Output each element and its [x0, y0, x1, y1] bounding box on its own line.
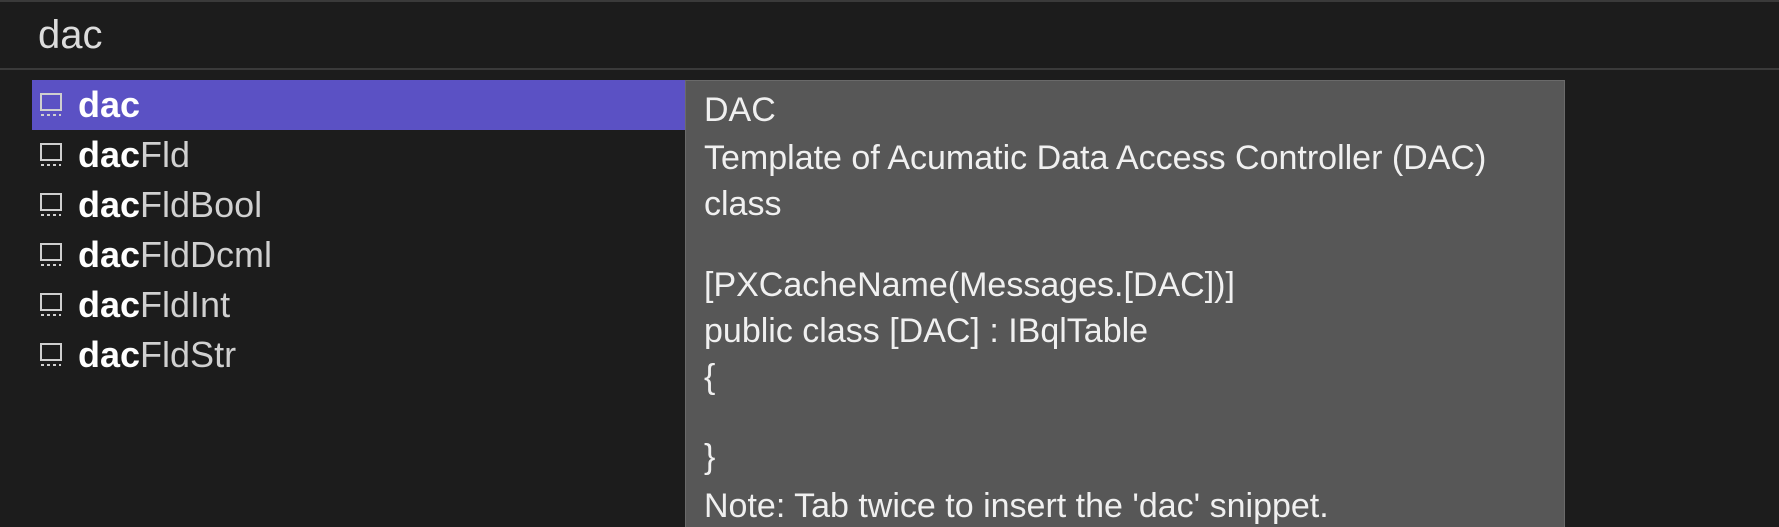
snippet-icon: [38, 292, 64, 318]
completion-item[interactable]: dacFldInt: [32, 280, 685, 330]
snippet-icon: [38, 92, 64, 118]
completion-match: dac: [78, 234, 140, 275]
snippet-icon: [38, 342, 64, 368]
snippet-icon: [38, 342, 64, 368]
tooltip-description: Template of Acumatic Data Access Control…: [704, 135, 1546, 227]
tooltip-note: Note: Tab twice to insert the 'dac' snip…: [704, 483, 1546, 527]
intellisense-popup: dac dac dacFld dacFldBool dacFldDcml dac…: [0, 0, 1779, 527]
tooltip-code-line: [PXCacheName(Messages.[DAC])]: [704, 262, 1546, 308]
completion-item[interactable]: dacFldStr: [32, 330, 685, 380]
completion-item-label: dac: [78, 84, 140, 126]
snippet-icon: [38, 242, 64, 268]
tooltip-code-line: {: [704, 354, 1546, 400]
completion-item-label: dacFldDcml: [78, 234, 272, 276]
completion-rest: FldBool: [140, 184, 262, 225]
completion-rest: FldStr: [140, 334, 236, 375]
completion-item[interactable]: dacFldBool: [32, 180, 685, 230]
snippet-icon: [38, 192, 64, 218]
snippet-icon: [38, 142, 64, 168]
completion-match: dac: [78, 284, 140, 325]
completion-item-label: dacFldStr: [78, 334, 236, 376]
completion-rest: FldDcml: [140, 234, 272, 275]
snippet-icon: [38, 242, 64, 268]
completion-match: dac: [78, 334, 140, 375]
completion-list[interactable]: dac dacFld dacFldBool dacFldDcml dacFldI…: [0, 70, 685, 527]
search-input-text: dac: [38, 13, 103, 58]
completion-item[interactable]: dac: [32, 80, 685, 130]
intellisense-body: dac dacFld dacFldBool dacFldDcml dacFldI…: [0, 70, 1779, 527]
completion-item[interactable]: dacFld: [32, 130, 685, 180]
completion-rest: Fld: [140, 134, 190, 175]
completion-item-label: dacFldInt: [78, 284, 230, 326]
completion-item-label: dacFldBool: [78, 184, 262, 226]
completion-rest: FldInt: [140, 284, 230, 325]
completion-match: dac: [78, 84, 140, 125]
snippet-icon: [38, 142, 64, 168]
tooltip-code: [PXCacheName(Messages.[DAC])]public clas…: [704, 262, 1546, 481]
documentation-tooltip: DAC Template of Acumatic Data Access Con…: [685, 80, 1565, 527]
snippet-icon: [38, 92, 64, 118]
completion-match: dac: [78, 134, 140, 175]
search-input[interactable]: dac: [0, 0, 1779, 70]
completion-match: dac: [78, 184, 140, 225]
completion-item-label: dacFld: [78, 134, 190, 176]
tooltip-code-line: }: [704, 434, 1546, 480]
tooltip-code-line: public class [DAC] : IBqlTable: [704, 308, 1546, 354]
snippet-icon: [38, 292, 64, 318]
tooltip-code-line: [704, 400, 1546, 434]
completion-item[interactable]: dacFldDcml: [32, 230, 685, 280]
tooltip-title: DAC: [704, 87, 1546, 133]
snippet-icon: [38, 192, 64, 218]
